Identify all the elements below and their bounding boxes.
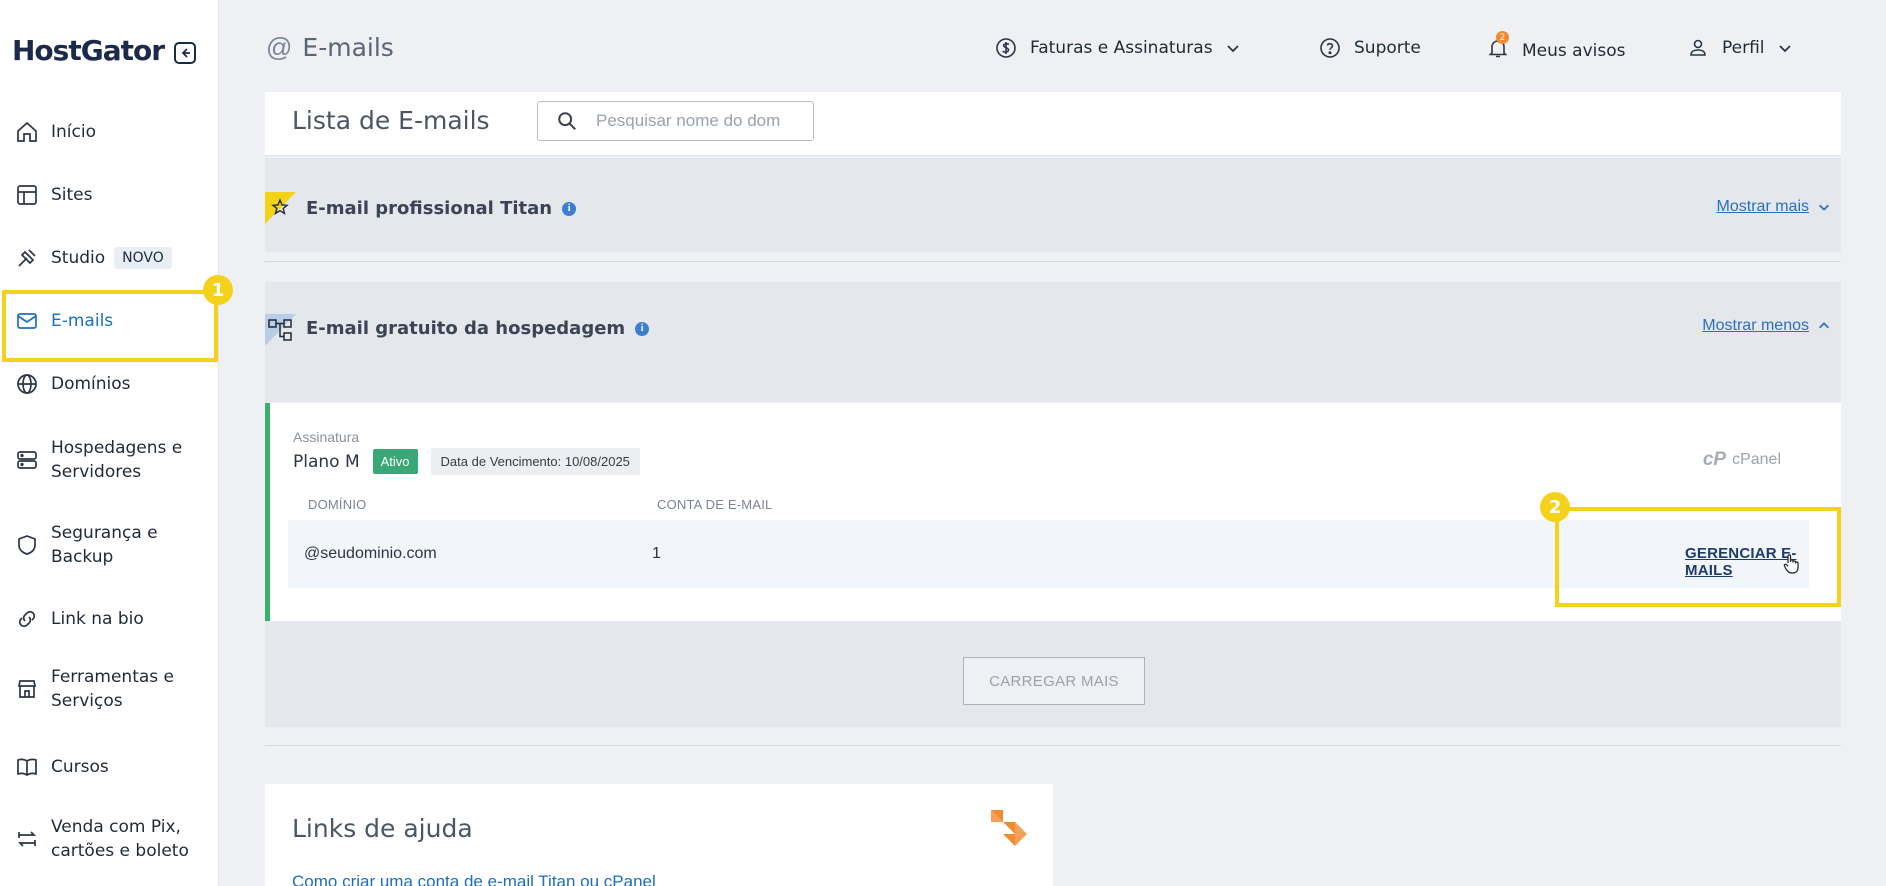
sidebar-item-label: Início: [51, 122, 96, 142]
free-toggle-label: Mostrar menos: [1702, 317, 1809, 334]
hierarchy-icon: [265, 314, 296, 346]
new-badge: NOVO: [114, 247, 172, 269]
info-icon[interactable]: i: [562, 201, 577, 216]
help-title: Links de ajuda: [292, 814, 473, 843]
support-link[interactable]: Suporte: [1318, 36, 1421, 60]
sidebar-item-venda-pix[interactable]: Venda com Pix, cartões e boleto: [0, 815, 219, 863]
sidebar-item-sites[interactable]: Sites: [0, 181, 219, 209]
notices-count-badge: 2: [1496, 31, 1509, 44]
sidebar-item-link-na-bio[interactable]: Link na bio: [0, 605, 219, 633]
titan-section: E-mail profissional Titan i Mostrar mais: [265, 158, 1841, 252]
list-title: Lista de E-mails: [292, 106, 490, 135]
divider: [265, 745, 1841, 746]
help-circle-icon: [1320, 38, 1340, 58]
page-title-text: E-mails: [302, 33, 394, 62]
search-icon: [538, 110, 596, 132]
plan-subtitle: Assinatura: [293, 429, 360, 445]
server-icon: [14, 447, 40, 473]
due-date-badge: Data de Vencimento: 10/08/2025: [430, 448, 640, 475]
sidebar-item-cursos[interactable]: Cursos: [0, 753, 219, 781]
chevron-down-icon: [1819, 204, 1829, 211]
highlight-manage-emails: [1555, 507, 1841, 607]
dollar-circle-icon: [996, 38, 1016, 58]
hostgator-logo[interactable]: HostGator: [12, 34, 165, 67]
sidebar-item-label: Segurança e Backup: [51, 523, 158, 567]
chevron-down-icon: [1778, 45, 1791, 53]
plan-row: Plano M Ativo Data de Vencimento: 10/08/…: [293, 448, 640, 475]
sidebar: HostGator Início Sites Studio NOVO E-mai…: [0, 0, 233, 886]
globe-icon: [14, 371, 40, 397]
highlight-emails: [2, 290, 218, 362]
sidebar-item-label: Hospedagens e Servidores: [51, 438, 183, 482]
cpanel-label: cPanel: [1732, 451, 1781, 468]
home-icon: [14, 119, 40, 145]
load-more-button[interactable]: CARREGAR MAIS: [963, 657, 1145, 705]
sidebar-item-label: Cursos: [51, 757, 109, 777]
sidebar-item-seguranca[interactable]: Segurança e Backup: [0, 521, 219, 569]
transfer-icon: [14, 826, 40, 852]
user-icon: [1690, 39, 1706, 56]
sidebar-item-label: Domínios: [51, 374, 131, 394]
list-header: Lista de E-mails: [265, 92, 1841, 156]
studio-tools-icon: [14, 245, 40, 271]
search-box[interactable]: [537, 101, 814, 141]
titan-title: E-mail profissional Titan i: [306, 198, 577, 219]
sidebar-item-label: Link na bio: [51, 609, 144, 629]
chevron-up-icon: [1819, 322, 1829, 329]
sidebar-item-label: Venda com Pix, cartões e boleto: [51, 817, 189, 861]
status-badge: Ativo: [372, 449, 418, 474]
sidebar-item-label: Ferramentas e Serviços: [51, 667, 175, 711]
sidebar-item-inicio[interactable]: Início: [0, 118, 219, 146]
domain-cell: @seudominio.com: [304, 545, 437, 562]
sidebar-item-dominios[interactable]: Domínios: [0, 370, 219, 398]
plan-name: Plano M: [293, 451, 360, 472]
billing-menu[interactable]: Faturas e Assinaturas: [994, 36, 1241, 60]
hostgator-mark-icon: [991, 810, 1027, 846]
collapse-sidebar-icon[interactable]: [174, 41, 197, 64]
step-1-badge: 1: [203, 275, 233, 305]
link-icon: [14, 606, 40, 632]
titan-toggle-label: Mostrar mais: [1716, 198, 1809, 215]
book-icon: [14, 754, 40, 780]
cpanel-icon: cP: [1702, 449, 1727, 470]
help-link-create-account[interactable]: Como criar uma conta de e-mail Titan ou …: [292, 872, 656, 886]
store-icon: [14, 676, 40, 702]
step-2-badge: 2: [1540, 492, 1570, 522]
bell-icon: 2: [1486, 31, 1510, 65]
sidebar-item-label: Sites: [51, 185, 93, 205]
at-icon: @: [266, 32, 293, 62]
shield-icon: [14, 532, 40, 558]
divider: [265, 261, 1841, 262]
free-show-less[interactable]: Mostrar menos: [1702, 317, 1831, 335]
help-card: Links de ajuda Como criar uma conta de e…: [265, 784, 1053, 886]
sidebar-item-studio[interactable]: Studio NOVO: [0, 244, 219, 272]
page-title: @ E-mails: [266, 32, 394, 63]
profile-label: Perfil: [1722, 38, 1765, 58]
load-more-area: CARREGAR MAIS: [265, 621, 1841, 727]
sidebar-item-ferramentas[interactable]: Ferramentas e Serviços: [0, 665, 219, 713]
search-input[interactable]: [596, 111, 806, 131]
titan-show-more[interactable]: Mostrar mais: [1717, 198, 1831, 216]
free-email-section: E-mail gratuito da hospedagem i Mostrar …: [265, 282, 1841, 402]
sidebar-item-hospedagens[interactable]: Hospedagens e Servidores: [0, 436, 219, 484]
cpanel-logo: cP cPanel: [1703, 449, 1781, 471]
column-header-domain: DOMÍNIO: [308, 497, 367, 512]
chevron-down-icon: [1226, 45, 1239, 53]
sidebar-item-label: Studio: [51, 248, 106, 268]
info-icon[interactable]: i: [635, 321, 650, 336]
free-email-title-text: E-mail gratuito da hospedagem: [306, 318, 626, 339]
column-header-account: CONTA DE E-MAIL: [657, 497, 773, 512]
titan-title-text: E-mail profissional Titan: [306, 198, 553, 219]
notices-link[interactable]: 2 Meus avisos: [1486, 31, 1626, 65]
support-label: Suporte: [1354, 38, 1421, 58]
star-icon: [265, 192, 296, 224]
profile-menu[interactable]: Perfil: [1686, 36, 1793, 60]
billing-label: Faturas e Assinaturas: [1030, 38, 1213, 58]
free-email-title: E-mail gratuito da hospedagem i: [306, 318, 650, 339]
logo-row: HostGator: [12, 34, 197, 67]
account-count-cell: 1: [652, 545, 661, 562]
layout-icon: [14, 182, 40, 208]
notices-label: Meus avisos: [1522, 40, 1626, 61]
